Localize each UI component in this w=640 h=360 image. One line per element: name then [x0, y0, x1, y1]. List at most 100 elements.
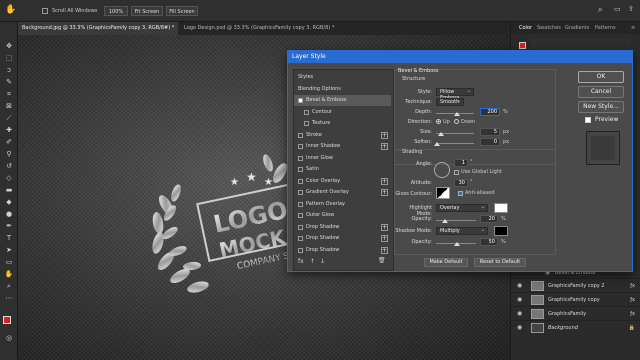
eyedropper-tool-icon[interactable]: ⟋: [4, 114, 14, 123]
tab-background-jpg[interactable]: Background.jpg @ 33.3% (GraphicsFamily c…: [18, 22, 178, 44]
hand-tool-icon[interactable]: ✋: [4, 270, 14, 279]
style-list-item[interactable]: Styles: [294, 72, 391, 83]
gradient-tool-icon[interactable]: ▬: [4, 186, 14, 195]
trash-icon[interactable]: 🗑: [378, 257, 386, 264]
add-effect-icon[interactable]: +: [381, 246, 388, 254]
highlight-opacity-knob[interactable]: [442, 219, 448, 223]
fit-screen-button[interactable]: Fit Screen: [131, 6, 163, 16]
shadow-opacity-input[interactable]: 50: [480, 238, 498, 246]
gloss-contour-picker[interactable]: [436, 187, 450, 199]
layer-row[interactable]: ◉ Background 🔒: [511, 320, 640, 334]
layer-row[interactable]: ◉ GraphicsFamily copy ƒx: [511, 292, 640, 306]
make-default-button[interactable]: Make Default: [424, 258, 468, 267]
style-list-item[interactable]: Drop Shadow +: [294, 222, 391, 233]
quick-mask-icon[interactable]: ◎: [4, 334, 14, 343]
move-down-icon[interactable]: ↓: [320, 258, 325, 265]
lock-icon[interactable]: 🔒: [629, 321, 635, 335]
healing-brush-tool-icon[interactable]: ✚: [4, 126, 14, 135]
shadow-opacity-knob[interactable]: [454, 242, 460, 246]
add-effect-icon[interactable]: +: [381, 189, 388, 196]
more-tools-icon[interactable]: ⋯: [4, 294, 14, 303]
new-style-button[interactable]: New Style...: [578, 101, 624, 113]
eye-icon[interactable]: ◉: [517, 307, 522, 321]
layer-row[interactable]: ◉ GraphicsFamily ƒx: [511, 306, 640, 320]
style-list-item[interactable]: Contour: [294, 107, 391, 118]
style-checkbox[interactable]: [298, 224, 303, 230]
angle-dial[interactable]: [434, 162, 450, 178]
workspace-icon[interactable]: ▭: [614, 5, 621, 13]
style-checkbox[interactable]: [298, 144, 303, 149]
style-checkbox[interactable]: [298, 236, 303, 241]
global-light-checkbox[interactable]: [454, 170, 459, 175]
tab-color[interactable]: Color: [519, 25, 532, 31]
scroll-all-windows-checkbox[interactable]: [42, 8, 48, 14]
style-list-item[interactable]: Pattern Overlay: [294, 199, 391, 210]
add-effect-icon[interactable]: +: [381, 235, 388, 242]
add-effect-icon[interactable]: +: [381, 177, 388, 185]
brush-tool-icon[interactable]: ✐: [4, 138, 14, 147]
size-slider-knob[interactable]: [438, 132, 444, 136]
soften-slider[interactable]: [436, 143, 474, 144]
technique-dropdown[interactable]: Smooth: [436, 98, 464, 106]
add-effect-icon[interactable]: +: [381, 131, 388, 139]
style-list-item[interactable]: Gradient Overlay +: [294, 187, 391, 198]
style-checkbox[interactable]: [298, 247, 303, 253]
style-list-item[interactable]: Drop Shadow +: [294, 245, 391, 256]
soften-input[interactable]: 0: [480, 138, 500, 146]
shadow-mode-dropdown[interactable]: Multiply: [436, 227, 488, 235]
style-list-item[interactable]: Texture: [294, 118, 391, 129]
angle-input[interactable]: 1: [454, 159, 468, 167]
eye-icon[interactable]: ◉: [517, 293, 522, 307]
style-list-item[interactable]: Color Overlay +: [294, 176, 391, 187]
style-checkbox[interactable]: [298, 190, 303, 195]
style-list-item[interactable]: Drop Shadow +: [294, 233, 391, 244]
shadow-color-swatch[interactable]: [494, 226, 508, 236]
depth-input[interactable]: 200: [480, 108, 500, 116]
frame-tool-icon[interactable]: ⊠: [4, 102, 14, 111]
eye-icon[interactable]: ◉: [517, 279, 522, 293]
tab-swatches[interactable]: Swatches: [537, 25, 561, 31]
style-dropdown[interactable]: Pillow Emboss: [436, 88, 474, 101]
style-list-item[interactable]: Inner Shadow +: [294, 141, 391, 152]
style-checkbox[interactable]: [298, 201, 303, 207]
highlight-mode-dropdown[interactable]: Overlay: [436, 204, 488, 212]
style-checkbox[interactable]: [298, 155, 303, 161]
style-checkbox[interactable]: [298, 213, 303, 218]
add-effect-icon[interactable]: +: [381, 143, 388, 150]
clone-stamp-tool-icon[interactable]: ⚲: [4, 150, 14, 159]
layer-row[interactable]: ◉ GraphicsFamily copy 2 ƒx: [511, 278, 640, 292]
move-up-icon[interactable]: ↑: [310, 258, 315, 265]
color-swatch-foreground[interactable]: [519, 42, 526, 49]
fx-icon[interactable]: fx: [298, 258, 304, 265]
style-list-item[interactable]: Inner Glow: [294, 153, 391, 164]
style-list-item[interactable]: Bevel & Emboss: [294, 95, 391, 106]
style-list-item[interactable]: Blending Options: [294, 84, 391, 95]
fx-icon[interactable]: ƒx: [630, 307, 635, 321]
reset-to-default-button[interactable]: Reset to Default: [474, 258, 526, 267]
style-checkbox[interactable]: [304, 109, 309, 115]
preview-checkbox[interactable]: [585, 117, 591, 123]
fill-screen-button[interactable]: Fill Screen: [166, 6, 198, 16]
shape-tool-icon[interactable]: ▭: [4, 258, 14, 267]
history-brush-tool-icon[interactable]: ↺: [4, 162, 14, 171]
tab-gradients[interactable]: Gradients: [565, 25, 589, 31]
ok-button[interactable]: OK: [578, 71, 624, 83]
size-input[interactable]: 5: [480, 128, 500, 136]
eraser-tool-icon[interactable]: ◇: [4, 174, 14, 183]
antialiased-checkbox[interactable]: [458, 191, 463, 196]
direction-up-radio[interactable]: [436, 119, 441, 124]
marquee-tool-icon[interactable]: ⬚: [4, 54, 14, 63]
dialog-title[interactable]: Layer Style: [288, 51, 632, 63]
lasso-tool-icon[interactable]: ↄ: [4, 66, 14, 75]
add-effect-icon[interactable]: +: [381, 223, 388, 231]
soften-slider-knob[interactable]: [434, 142, 440, 146]
tab-logo-design-psd[interactable]: Logo Design.psd @ 33.3% (GraphicsFamily …: [180, 22, 340, 44]
highlight-color-swatch[interactable]: [494, 203, 508, 213]
highlight-opacity-input[interactable]: 20: [480, 215, 498, 223]
cancel-button[interactable]: Cancel: [578, 86, 624, 98]
type-tool-icon[interactable]: T: [4, 234, 14, 243]
style-checkbox[interactable]: [298, 132, 303, 138]
hand-tool-icon[interactable]: ✋: [5, 5, 16, 15]
depth-slider-knob[interactable]: [454, 112, 460, 116]
altitude-input[interactable]: 30: [454, 179, 468, 187]
